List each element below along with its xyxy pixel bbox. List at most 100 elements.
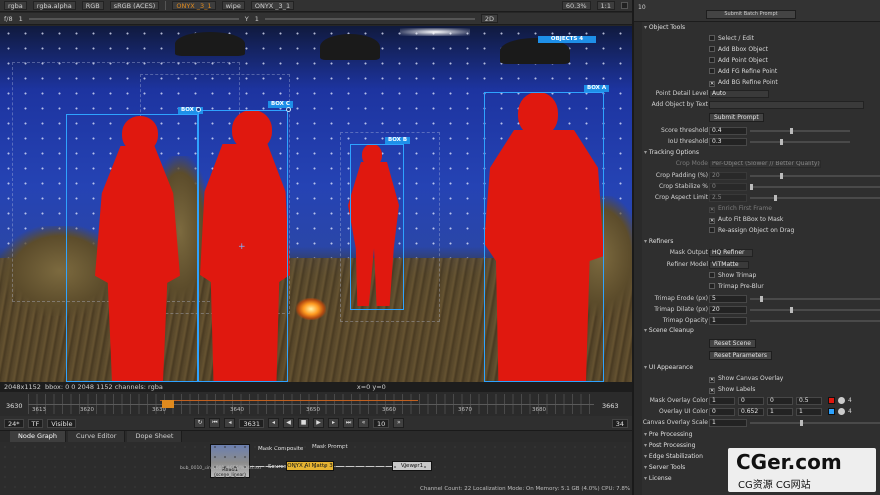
reset-scene-button[interactable]: Reset Scene xyxy=(709,339,756,348)
section-license[interactable]: License xyxy=(644,475,672,482)
timeline-start[interactable]: 3630 xyxy=(6,402,23,410)
score-slider[interactable] xyxy=(750,128,850,134)
loop-icon[interactable]: ↻ xyxy=(194,418,206,428)
tab-node-graph[interactable]: Node Graph xyxy=(10,431,66,442)
section-refiners[interactable]: Refiners xyxy=(644,238,673,245)
section-scene-cleanup[interactable]: Scene Cleanup xyxy=(644,327,694,334)
trimap-erode-field[interactable]: 5 xyxy=(709,295,747,303)
tab-curve-editor[interactable]: Curve Editor xyxy=(67,431,126,442)
view-mode-dropdown[interactable]: 2D xyxy=(480,14,499,23)
frame-field[interactable]: 3631 xyxy=(239,418,265,428)
submit-prompt-button[interactable]: Submit Prompt xyxy=(709,113,764,122)
bbox-c-handle[interactable] xyxy=(286,107,291,112)
overlay-color-swatch[interactable] xyxy=(828,408,835,415)
step-field[interactable]: 10 xyxy=(373,418,390,428)
gamma-slider[interactable] xyxy=(264,17,475,20)
overlay-color-b[interactable]: 1 xyxy=(767,408,793,416)
prev-key-icon[interactable]: ◂ xyxy=(224,418,236,428)
section-edge-stabilization[interactable]: Edge Stabilization xyxy=(644,453,703,460)
channels-dropdown[interactable]: rgba xyxy=(4,1,27,10)
bbox-a[interactable] xyxy=(484,92,604,382)
input-b-dropdown[interactable]: ONYX _3_1 xyxy=(250,1,295,10)
color-wheel-icon[interactable] xyxy=(838,408,845,415)
radio-add-point[interactable]: Add Point Object xyxy=(709,57,768,64)
mask-color-g[interactable]: 0 xyxy=(738,397,764,405)
section-post-processing[interactable]: Post Processing xyxy=(644,442,696,449)
overlay-color-a[interactable]: 1 xyxy=(796,408,822,416)
trimap-opacity-slider[interactable] xyxy=(750,320,880,322)
crop-aspect-slider[interactable] xyxy=(750,195,880,201)
wipe-dropdown[interactable]: wipe xyxy=(221,1,245,10)
toggle-checkbox[interactable] xyxy=(621,2,628,9)
overlay-color-r[interactable]: 0 xyxy=(709,408,735,416)
jump-back-icon[interactable]: « xyxy=(358,418,370,428)
bbox-c-handle[interactable] xyxy=(196,107,201,112)
crop-padding-field[interactable]: 20 xyxy=(709,172,747,180)
checkbox-show-trimap[interactable]: Show Trimap xyxy=(709,272,756,279)
section-object-tools[interactable]: Object Tools xyxy=(644,24,685,31)
overlay-color-g[interactable]: 0.652 xyxy=(738,408,764,416)
refiner-model-dropdown[interactable]: ViTMatte xyxy=(709,261,749,269)
timeline-end[interactable]: 3663 xyxy=(602,402,619,410)
visible-dropdown[interactable]: Visible xyxy=(47,418,77,428)
checkbox-enrich-first[interactable]: ✕ Enrich First Frame xyxy=(709,205,772,213)
trimap-erode-slider[interactable] xyxy=(750,296,880,302)
onyx-node[interactable]: ONYX AI Matte 3 xyxy=(286,461,334,471)
radio-add-bbox[interactable]: Add Bbox Object xyxy=(709,46,768,53)
fstop-label[interactable]: f/8 xyxy=(4,15,13,23)
radio-add-fg[interactable]: Add FG Refine Point xyxy=(709,68,777,75)
mask-color-swatch[interactable] xyxy=(828,397,835,404)
display-dropdown[interactable]: sRGB (ACES) xyxy=(109,1,160,10)
step-back-icon[interactable]: ◂ xyxy=(268,418,280,428)
section-server-tools[interactable]: Server Tools xyxy=(644,464,685,471)
bbox-b[interactable] xyxy=(350,144,404,310)
crop-aspect-field[interactable]: 2.5 xyxy=(709,194,747,202)
trimap-dilate-field[interactable]: 20 xyxy=(709,306,747,314)
mask-color-r[interactable]: 1 xyxy=(709,397,735,405)
checkbox-show-labels[interactable]: ✕ Show Labels xyxy=(709,386,755,394)
crop-mode-dropdown[interactable]: Per-Object (Slower // Better Quality) xyxy=(709,160,821,168)
canvas-scale-field[interactable]: 1 xyxy=(709,419,747,427)
ratio-dropdown[interactable]: 1:1 xyxy=(596,1,615,10)
viewer-node[interactable]: Viewer1 xyxy=(392,461,432,471)
read-node[interactable]: Read1 (scene_linear) xyxy=(210,444,250,478)
jump-forward-icon[interactable]: » xyxy=(393,418,405,428)
stop-icon[interactable]: ■ xyxy=(298,418,310,428)
last-frame-icon[interactable]: ⏭ xyxy=(343,418,355,428)
radio-select-edit[interactable]: Select / Edit xyxy=(709,35,754,42)
crop-stabilize-field[interactable]: 0 xyxy=(709,183,747,191)
section-pre-processing[interactable]: Pre Processing xyxy=(644,431,693,438)
submit-batch-button[interactable]: Submit Batch Prompt xyxy=(706,10,796,19)
mask-color-a[interactable]: 0.5 xyxy=(796,397,822,405)
fps-field[interactable]: 24* xyxy=(4,418,24,428)
checkbox-reassign[interactable]: Re-assign Object on Drag xyxy=(709,227,794,234)
canvas-scale-slider[interactable] xyxy=(750,420,880,426)
colorspace-dropdown[interactable]: RGB xyxy=(81,1,104,10)
checkbox-trimap-preblur[interactable]: Trimap Pre-Blur xyxy=(709,283,764,290)
gain-slider[interactable] xyxy=(28,17,239,20)
gain-value[interactable]: 1 xyxy=(19,15,23,23)
section-ui-appearance[interactable]: UI Appearance xyxy=(644,364,693,371)
play-icon[interactable]: ▶ xyxy=(313,418,325,428)
timeline[interactable]: 3630 3613 3620 3630 3640 3650 3660 3670 … xyxy=(0,392,632,416)
section-tracking-options[interactable]: Tracking Options xyxy=(644,149,699,156)
play-back-icon[interactable]: ◀ xyxy=(283,418,295,428)
reset-parameters-button[interactable]: Reset Parameters xyxy=(709,351,773,360)
checkbox-auto-fit[interactable]: ✕ Auto Fit BBox to Mask xyxy=(709,216,783,224)
tab-dope-sheet[interactable]: Dope Sheet xyxy=(127,431,183,442)
gamma-value[interactable]: 1 xyxy=(255,15,259,23)
step-forward-icon[interactable]: ▸ xyxy=(328,418,340,428)
mask-color-b[interactable]: 0 xyxy=(767,397,793,405)
point-detail-dropdown[interactable]: Auto xyxy=(709,90,769,98)
tf-dropdown[interactable]: TF xyxy=(27,418,44,428)
bbox-d[interactable] xyxy=(66,114,198,382)
trimap-opacity-field[interactable]: 1 xyxy=(709,317,747,325)
color-wheel-icon[interactable] xyxy=(838,397,845,404)
text-prompt-input[interactable] xyxy=(709,101,864,109)
trimap-dilate-slider[interactable] xyxy=(750,307,880,313)
checkbox-show-overlay[interactable]: ✕ Show Canvas Overlay xyxy=(709,375,783,383)
iou-slider[interactable] xyxy=(750,139,850,145)
score-field[interactable]: 0.4 xyxy=(709,127,747,135)
crop-padding-slider[interactable] xyxy=(750,173,880,179)
last-field[interactable]: 34 xyxy=(611,418,628,428)
